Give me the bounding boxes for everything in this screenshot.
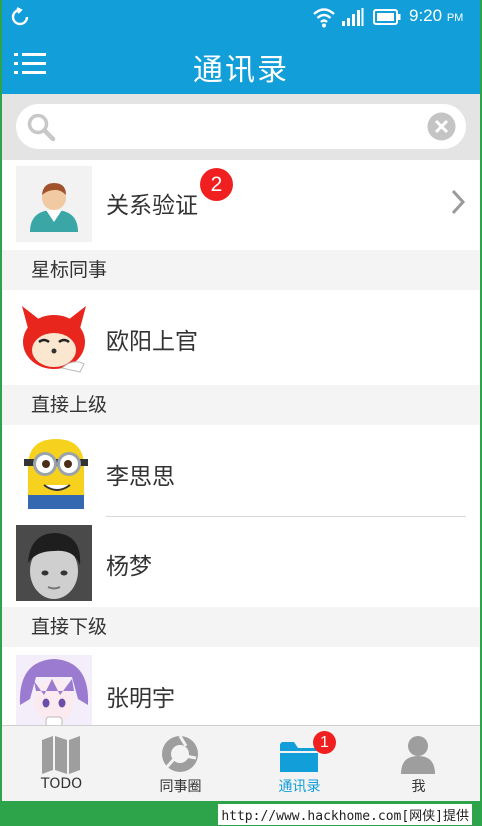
contact-name: 李思思 [106,464,175,490]
minion-avatar-icon [24,439,88,509]
page-title: 通讯录 [193,53,289,88]
avatar [16,166,92,242]
verify-row[interactable]: 关系验证 2 [2,160,480,248]
section-header: 直接上级 [2,385,480,425]
search-bar [2,94,480,160]
search-input[interactable] [64,110,424,143]
app-screen: 9:20 PM 通讯录 关系验证 2 星标同事 欧阳上官 直接上级 李思思 杨梦… [2,0,480,801]
contact-row[interactable]: 欧阳上官 [2,290,480,384]
tab-label: 我 [411,779,426,795]
chevron-right-icon [451,189,466,215]
section-header: 星标同事 [2,250,480,290]
contact-row[interactable]: 张明宇 [2,647,480,725]
tab-moments[interactable]: 同事圈 [121,726,240,801]
signal-icon [342,8,364,26]
tab-contacts[interactable]: 1 通讯录 [240,726,359,801]
clear-icon[interactable] [427,112,456,141]
avatar [16,525,92,601]
battery-icon [373,9,401,25]
tab-todo[interactable]: TODO [2,726,121,801]
verify-badge: 2 [200,168,233,201]
map-icon [42,736,80,774]
sync-icon [11,7,29,26]
contact-row[interactable]: 李思思 [2,425,480,517]
bottom-tab-bar: TODO 同事圈 1 通讯录 我 [2,725,480,801]
person-avatar-icon [30,183,78,232]
tab-contacts-badge: 1 [313,731,336,754]
search-box[interactable] [16,104,466,149]
watermark-text: http://www.hackhome.com[网侠]提供 [218,804,472,825]
child-photo-avatar-icon [16,525,92,601]
tab-label: 通讯录 [278,779,321,795]
section-header: 直接下级 [2,607,480,647]
avatar [16,433,92,509]
contact-name: 欧阳上官 [106,329,198,355]
watermark-bar: http://www.hackhome.com[网侠]提供 [0,801,482,826]
avatar [16,298,92,374]
anime-avatar-icon [16,655,92,725]
contact-name: 杨梦 [106,554,152,580]
search-icon [27,113,56,142]
contact-row[interactable]: 杨梦 [2,517,480,607]
tab-me[interactable]: 我 [359,726,478,801]
clock-time: 9:20 [409,6,443,25]
contact-name: 张明宇 [106,686,175,712]
clock-ampm: PM [446,12,464,24]
tab-label: 同事圈 [159,779,202,795]
wifi-icon [313,8,335,28]
status-bar: 9:20 PM [2,0,480,35]
title-bar: 通讯录 [2,35,480,94]
clock: 9:20 PM [409,6,463,26]
person-icon [401,736,435,774]
avatar [16,655,92,725]
fox-avatar-icon [22,306,86,373]
tab-label: TODO [40,776,83,792]
verify-label: 关系验证 [106,193,198,219]
moments-icon [162,735,198,772]
